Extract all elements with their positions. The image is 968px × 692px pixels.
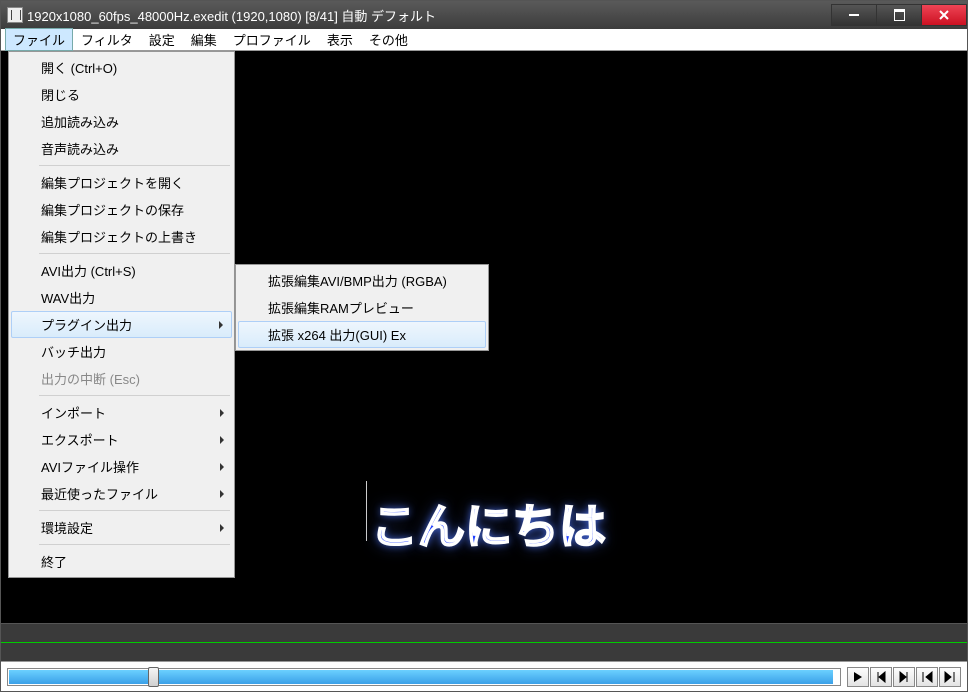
submenu-arrow-icon [220,409,224,417]
window-title: 1920x1080_60fps_48000Hz.exedit (1920,108… [27,6,831,25]
menu-open[interactable]: 開く (Ctrl+O) [11,54,232,81]
goto-end-button[interactable] [939,667,961,687]
menu-separator [39,395,230,396]
menu-avi-out[interactable]: AVI出力 (Ctrl+S) [11,257,232,284]
menu-environment-label: 環境設定 [41,521,93,536]
submenu-arrow-icon [220,490,224,498]
seek-slider[interactable] [7,668,841,686]
menu-import[interactable]: インポート [11,399,232,426]
menu-view[interactable]: 表示 [319,28,361,51]
menu-close-file[interactable]: 閉じる [11,81,232,108]
play-button[interactable] [847,667,869,687]
menubar: ファイル フィルタ 設定 編集 プロファイル 表示 その他 [1,29,967,51]
app-icon [7,7,23,23]
submenu-arrow-icon [220,463,224,471]
prev-frame-icon [875,671,887,683]
prev-frame-button[interactable] [870,667,892,687]
menu-export[interactable]: エクスポート [11,426,232,453]
menu-project-open[interactable]: 編集プロジェクトを開く [11,169,232,196]
menu-recent-files[interactable]: 最近使ったファイル [11,480,232,507]
close-icon [938,9,950,21]
text-caret [366,481,367,541]
menu-export-label: エクスポート [41,433,119,448]
goto-start-button[interactable] [916,667,938,687]
menu-recent-files-label: 最近使ったファイル [41,487,158,502]
titlebar[interactable]: 1920x1080_60fps_48000Hz.exedit (1920,108… [1,1,967,29]
menu-audio-read[interactable]: 音声読み込み [11,135,232,162]
video-viewport: こんにちは 開く (Ctrl+O) 閉じる 追加読み込み 音声読み込み 編集プロ… [1,51,967,623]
menu-edit[interactable]: 編集 [183,28,225,51]
menu-batch-out[interactable]: バッチ出力 [11,338,232,365]
menu-wav-out[interactable]: WAV出力 [11,284,232,311]
menu-avi-file-ops-label: AVIファイル操作 [41,460,139,475]
timeline-strip[interactable] [1,623,967,661]
goto-end-icon [944,671,956,683]
playback-controls [1,661,967,691]
menu-project-overwrite[interactable]: 編集プロジェクトの上書き [11,223,232,250]
menu-separator [39,544,230,545]
close-button[interactable] [921,4,967,26]
preview-text-overlay: こんにちは [371,488,606,557]
menu-separator [39,165,230,166]
app-window: 1920x1080_60fps_48000Hz.exedit (1920,108… [0,0,968,692]
menu-profile[interactable]: プロファイル [225,28,319,51]
menu-avi-file-ops[interactable]: AVIファイル操作 [11,453,232,480]
submenu-arrow-icon [219,321,223,329]
menu-exit[interactable]: 終了 [11,548,232,575]
goto-start-icon [921,671,933,683]
menu-abort-out: 出力の中断 (Esc) [11,365,232,392]
menu-plugin-out-label: プラグイン出力 [41,318,132,333]
submenu-avi-bmp[interactable]: 拡張編集AVI/BMP出力 (RGBA) [238,267,486,294]
submenu-ram-preview[interactable]: 拡張編集RAMプレビュー [238,294,486,321]
menu-environment[interactable]: 環境設定 [11,514,232,541]
submenu-arrow-icon [220,436,224,444]
maximize-button[interactable] [876,4,922,26]
plugin-output-submenu: 拡張編集AVI/BMP出力 (RGBA) 拡張編集RAMプレビュー 拡張 x26… [235,264,489,351]
submenu-x264[interactable]: 拡張 x264 出力(GUI) Ex [238,321,486,348]
seek-thumb[interactable] [148,667,159,687]
seek-fill [9,670,833,684]
timeline-marker-line [1,642,967,643]
menu-import-label: インポート [41,406,106,421]
window-controls [831,4,967,26]
menu-settings[interactable]: 設定 [141,28,183,51]
menu-filter[interactable]: フィルタ [73,28,141,51]
menu-separator [39,253,230,254]
file-menu-dropdown: 開く (Ctrl+O) 閉じる 追加読み込み 音声読み込み 編集プロジェクトを開… [8,51,235,578]
menu-project-save[interactable]: 編集プロジェクトの保存 [11,196,232,223]
next-frame-icon [898,671,910,683]
menu-separator [39,510,230,511]
menu-append-read[interactable]: 追加読み込み [11,108,232,135]
play-icon [852,671,864,683]
menu-file[interactable]: ファイル [5,28,73,51]
next-frame-button[interactable] [893,667,915,687]
minimize-button[interactable] [831,4,877,26]
menu-plugin-out[interactable]: プラグイン出力 [11,311,232,338]
submenu-arrow-icon [220,524,224,532]
transport-buttons [847,667,961,687]
menu-other[interactable]: その他 [361,28,416,51]
